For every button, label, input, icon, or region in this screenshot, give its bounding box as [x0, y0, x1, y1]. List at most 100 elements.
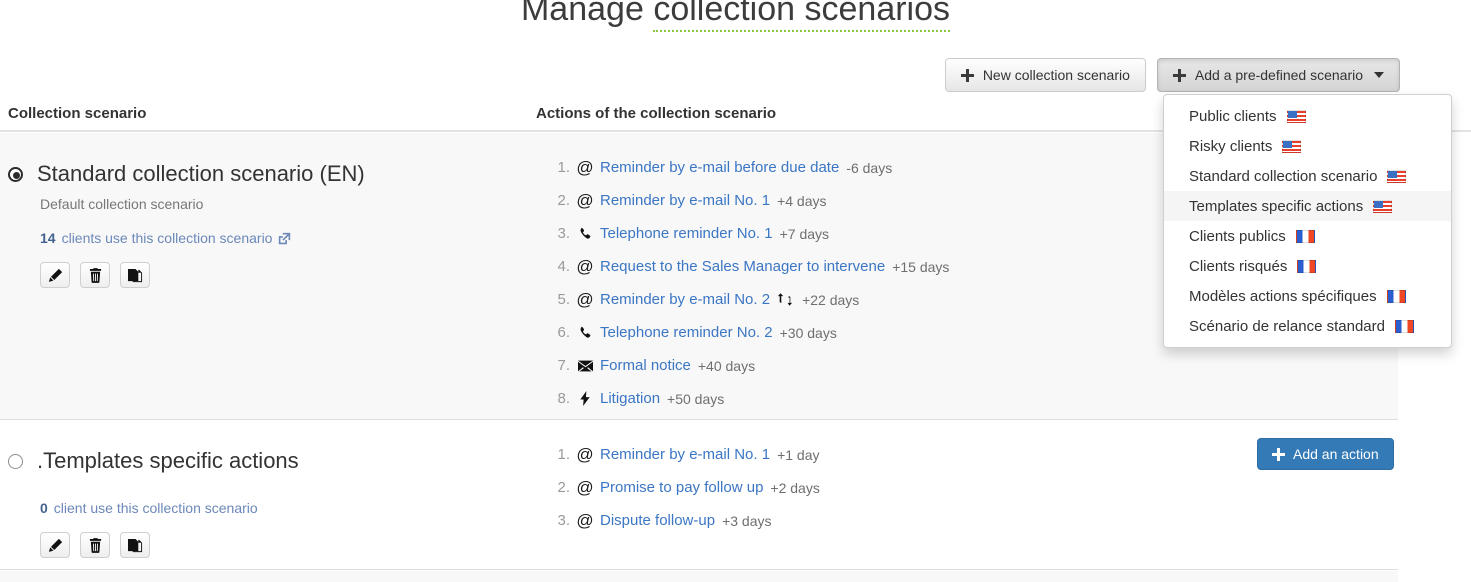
scenario-action-buttons	[40, 262, 508, 288]
action-type-icon	[570, 391, 600, 406]
action-link[interactable]: Reminder by e-mail No. 2	[600, 291, 770, 308]
action-type-icon: @	[570, 479, 600, 496]
new-collection-scenario-button[interactable]: New collection scenario	[945, 58, 1146, 92]
action-item: 5.@Reminder by e-mail No. 2+22 days	[548, 283, 1238, 316]
action-offset: +4 days	[777, 193, 826, 209]
action-item: 8.Litigation+50 days	[548, 382, 1238, 415]
dropdown-item-label: Clients risqués	[1189, 258, 1287, 275]
dropdown-item-3[interactable]: Standard collection scenario	[1164, 161, 1451, 191]
dropdown-item-7[interactable]: Modèles actions spécifiques	[1164, 281, 1451, 311]
at-icon: @	[576, 446, 593, 463]
dropdown-item-1[interactable]: Public clients	[1164, 101, 1451, 131]
table-row: .Templates specific actions 0 client use t…	[0, 420, 1398, 570]
action-item: 1.@Reminder by e-mail No. 1+1 day	[548, 438, 1238, 471]
action-link[interactable]: Telephone reminder No. 2	[600, 324, 773, 341]
action-index: 1.	[548, 446, 570, 463]
action-link[interactable]: Reminder by e-mail before due date	[600, 159, 839, 176]
action-index: 8.	[548, 390, 570, 407]
action-item: 4.@Request to the Sales Manager to inter…	[548, 250, 1238, 283]
fr-flag-icon	[1387, 290, 1406, 303]
repeat-icon	[777, 293, 793, 306]
dropdown-item-4[interactable]: Templates specific actions	[1164, 191, 1451, 221]
action-index: 6.	[548, 324, 570, 341]
action-offset: +3 days	[722, 513, 771, 529]
delete-scenario-button[interactable]	[80, 262, 110, 288]
edit-scenario-button[interactable]	[40, 262, 70, 288]
scenario-clients-link[interactable]: 14clients use this collection scenario	[40, 230, 508, 246]
us-flag-icon	[1282, 140, 1301, 153]
scenario-name: .Templates specific actions	[37, 448, 299, 474]
us-flag-icon	[1287, 110, 1306, 123]
action-item: 1. @ Reminder by e-mail before due date -6 …	[548, 151, 1238, 184]
action-index: 1.	[548, 159, 570, 176]
action-item: 6.Telephone reminder No. 2+30 days	[548, 316, 1238, 349]
action-type-icon: @	[570, 291, 600, 308]
action-index: 3.	[548, 512, 570, 529]
actions-cell: 1.@Reminder by e-mail No. 1+1 day2.@Prom…	[548, 438, 1238, 537]
scenario-radio[interactable]	[8, 167, 23, 182]
action-link[interactable]: Reminder by e-mail No. 1	[600, 192, 770, 209]
page-title-prefix: Manage	[521, 0, 653, 28]
predefined-scenario-dropdown: Public clientsRisky clientsStandard coll…	[1163, 94, 1452, 348]
trash-icon	[89, 268, 102, 283]
pencil-icon	[48, 538, 63, 553]
action-link[interactable]: Telephone reminder No. 1	[600, 225, 773, 242]
scenario-cell: Standard collection scenario (EN) Default…	[8, 161, 508, 288]
scenario-action-buttons	[40, 532, 508, 558]
scenario-clients-link: 0 client use this collection scenario	[40, 500, 508, 516]
plus-icon	[1173, 69, 1186, 82]
scenario-subtitle: Default collection scenario	[40, 196, 508, 212]
at-icon: @	[576, 159, 593, 176]
edit-scenario-button[interactable]	[40, 532, 70, 558]
action-type-icon: @	[570, 159, 600, 176]
duplicate-scenario-button[interactable]	[120, 532, 150, 558]
external-link-icon	[278, 232, 291, 245]
add-predefined-scenario-label: Add a pre-defined scenario	[1195, 67, 1363, 83]
dropdown-item-8[interactable]: Scénario de relance standard	[1164, 311, 1451, 341]
dropdown-item-2[interactable]: Risky clients	[1164, 131, 1451, 161]
action-link[interactable]: Promise to pay follow up	[600, 479, 763, 496]
fr-flag-icon	[1395, 320, 1414, 333]
add-predefined-scenario-button[interactable]: Add a pre-defined scenario	[1157, 58, 1400, 92]
action-index: 4.	[548, 258, 570, 275]
action-index: 7.	[548, 357, 570, 374]
action-type-icon	[570, 326, 600, 340]
copy-icon	[128, 268, 143, 283]
clients-count: 14	[40, 230, 56, 246]
delete-scenario-button[interactable]	[80, 532, 110, 558]
action-index: 2.	[548, 479, 570, 496]
fr-flag-icon	[1296, 230, 1315, 243]
dropdown-item-label: Scénario de relance standard	[1189, 318, 1385, 335]
action-offset: +15 days	[892, 259, 949, 275]
action-item: 2.@Promise to pay follow up+2 days	[548, 471, 1238, 504]
duplicate-scenario-button[interactable]	[120, 262, 150, 288]
chevron-down-icon	[1374, 72, 1384, 78]
action-type-icon: @	[570, 258, 600, 275]
envelope-icon	[578, 360, 593, 372]
action-offset: -6 days	[846, 160, 892, 176]
action-offset: +7 days	[780, 226, 829, 242]
add-an-action-button[interactable]: Add an action	[1257, 438, 1394, 470]
column-header-scenario: Collection scenario	[8, 105, 146, 122]
action-link[interactable]: Formal notice	[600, 357, 691, 374]
action-link[interactable]: Request to the Sales Manager to interven…	[600, 258, 885, 275]
scenario-name: Standard collection scenario (EN)	[37, 161, 365, 187]
us-flag-icon	[1387, 170, 1406, 183]
scenario-radio[interactable]	[8, 454, 23, 469]
us-flag-icon	[1373, 200, 1392, 213]
dropdown-item-5[interactable]: Clients publics	[1164, 221, 1451, 251]
clients-count: 0	[40, 500, 48, 516]
action-type-icon	[570, 360, 600, 372]
action-link[interactable]: Dispute follow-up	[600, 512, 715, 529]
pencil-icon	[48, 268, 63, 283]
bolt-icon	[580, 391, 590, 406]
phone-icon	[578, 326, 592, 340]
manage-collection-scenarios-page: Manage collection scenarios New collecti…	[0, 0, 1471, 582]
action-item: 3.@Dispute follow-up+3 days	[548, 504, 1238, 537]
clients-text: client use this collection scenario	[54, 500, 258, 516]
action-link[interactable]: Litigation	[600, 390, 660, 407]
action-type-icon	[570, 227, 600, 241]
dropdown-item-label: Clients publics	[1189, 228, 1286, 245]
dropdown-item-6[interactable]: Clients risqués	[1164, 251, 1451, 281]
action-link[interactable]: Reminder by e-mail No. 1	[600, 446, 770, 463]
